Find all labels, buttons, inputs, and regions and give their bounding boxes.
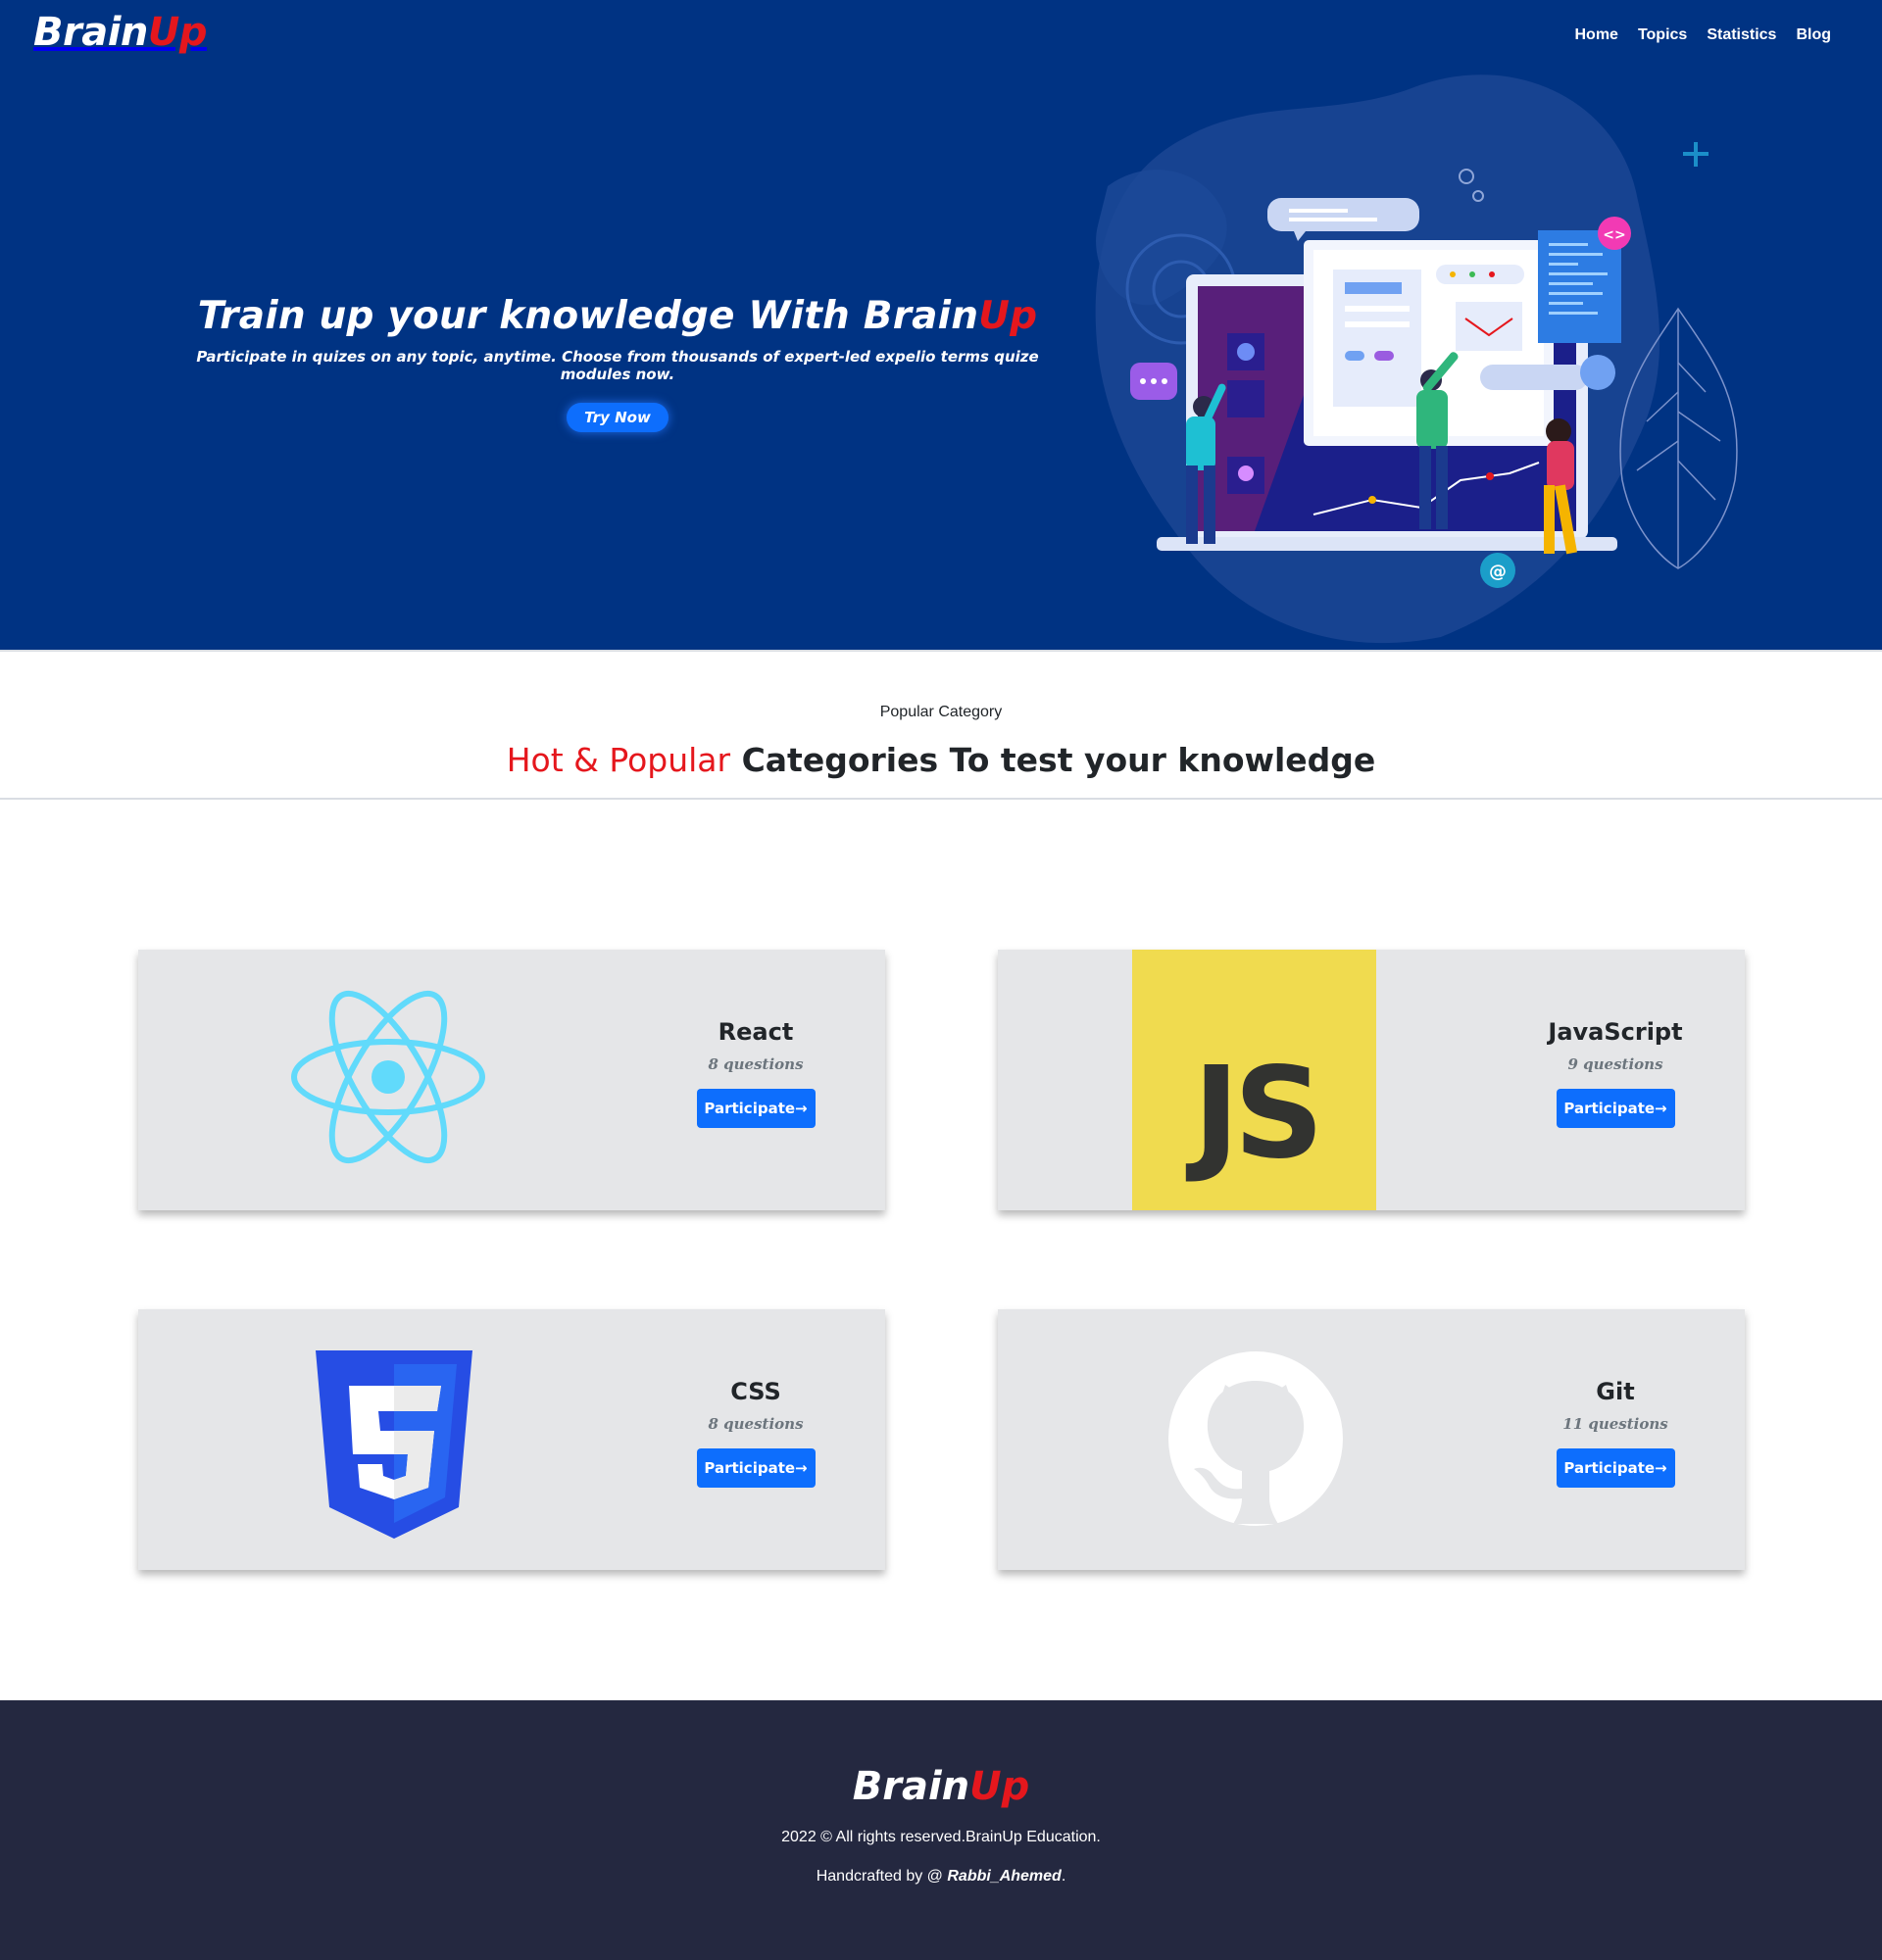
category-card-react: React 8 questions Participate→ xyxy=(138,950,885,1210)
handcrafted-suffix: . xyxy=(1062,1868,1065,1885)
hero-subtitle: Participate in quizes on any topic, anyt… xyxy=(176,348,1059,383)
category-card-javascript: JS JavaScript 9 questions Participate→ xyxy=(998,950,1745,1210)
plus-icon xyxy=(1683,142,1709,167)
footer-copyright: 2022 © All rights reserved.BrainUp Educa… xyxy=(0,1829,1882,1846)
react-logo-icon xyxy=(290,981,486,1173)
footer-brand-part1: Brain xyxy=(853,1764,969,1809)
arrow-right-icon: → xyxy=(1655,1459,1667,1477)
card-info: Git 11 questions Participate→ xyxy=(1508,1378,1723,1488)
hero-text: Train up your knowledge With BrainUp Par… xyxy=(176,294,1059,432)
hero-illustration: <> xyxy=(1088,69,1774,650)
participate-label: Participate xyxy=(1563,1100,1655,1117)
question-count: 11 questions xyxy=(1508,1415,1723,1433)
github-logo-icon xyxy=(1168,1351,1343,1526)
categories-title: Hot & Popular Categories To test your kn… xyxy=(0,741,1882,779)
categories-title-rest: Categories To test your knowledge xyxy=(730,741,1375,779)
author-name: Rabbi_Ahemed xyxy=(947,1868,1061,1885)
javascript-logo-text: JS xyxy=(1193,1052,1318,1177)
nav-link-topics[interactable]: Topics xyxy=(1638,26,1687,44)
question-count: 8 questions xyxy=(648,1415,864,1433)
hero-title-main: Train up your knowledge With Brain xyxy=(198,294,978,338)
question-count: 8 questions xyxy=(648,1055,864,1073)
participate-label: Participate xyxy=(1563,1459,1655,1477)
card-title: JavaScript xyxy=(1508,1018,1723,1046)
card-info: JavaScript 9 questions Participate→ xyxy=(1508,1018,1723,1128)
navbar: BrainUp Home Topics Statistics Blog xyxy=(0,0,1882,78)
brand-logo-part1: Brain xyxy=(33,10,148,55)
css3-logo-icon xyxy=(316,1350,472,1539)
footer-handcrafted: Handcrafted by @ Rabbi_Ahemed. xyxy=(0,1868,1882,1886)
hero-title-accent: Up xyxy=(978,294,1037,338)
handcrafted-prefix: Handcrafted by @ xyxy=(817,1868,948,1885)
participate-button[interactable]: Participate→ xyxy=(1557,1089,1675,1128)
participate-button[interactable]: Participate→ xyxy=(697,1448,816,1488)
arrow-right-icon: → xyxy=(795,1459,808,1477)
brand-logo[interactable]: BrainUp xyxy=(33,10,207,55)
hero-title: Train up your knowledge With BrainUp xyxy=(176,294,1059,338)
categories-title-accent: Hot & Popular xyxy=(507,741,730,779)
arrow-right-icon: → xyxy=(795,1100,808,1117)
arrow-right-icon: → xyxy=(1655,1100,1667,1117)
footer: BrainUp 2022 © All rights reserved.Brain… xyxy=(0,1700,1882,1960)
footer-brand-logo: BrainUp xyxy=(0,1764,1882,1809)
nav-link-statistics[interactable]: Statistics xyxy=(1707,26,1776,44)
svg-text:@: @ xyxy=(1489,562,1507,582)
card-info: React 8 questions Participate→ xyxy=(648,1018,864,1128)
participate-button[interactable]: Participate→ xyxy=(1557,1448,1675,1488)
card-title: React xyxy=(648,1018,864,1046)
category-card-css: CSS 8 questions Participate→ xyxy=(138,1309,885,1570)
participate-button[interactable]: Participate→ xyxy=(697,1089,816,1128)
hero-section: BrainUp Home Topics Statistics Blog Trai… xyxy=(0,0,1882,650)
participate-label: Participate xyxy=(704,1100,795,1117)
card-info: CSS 8 questions Participate→ xyxy=(648,1378,864,1488)
nav-link-blog[interactable]: Blog xyxy=(1796,26,1831,44)
brand-logo-part2: Up xyxy=(148,10,207,55)
nav-link-home[interactable]: Home xyxy=(1574,26,1617,44)
question-count: 9 questions xyxy=(1508,1055,1723,1073)
javascript-logo-icon: JS xyxy=(1132,950,1376,1210)
card-title: Git xyxy=(1508,1378,1723,1405)
participate-label: Participate xyxy=(704,1459,795,1477)
categories-header: Popular Category Hot & Popular Categorie… xyxy=(0,650,1882,800)
category-card-git: Git 11 questions Participate→ xyxy=(998,1309,1745,1570)
categories-label: Popular Category xyxy=(0,704,1882,721)
card-title: CSS xyxy=(648,1378,864,1405)
nav-links: Home Topics Statistics Blog xyxy=(1574,26,1831,44)
try-now-button[interactable]: Try Now xyxy=(567,403,669,432)
footer-brand-part2: Up xyxy=(969,1764,1029,1809)
svg-text:<>: <> xyxy=(1603,227,1625,243)
